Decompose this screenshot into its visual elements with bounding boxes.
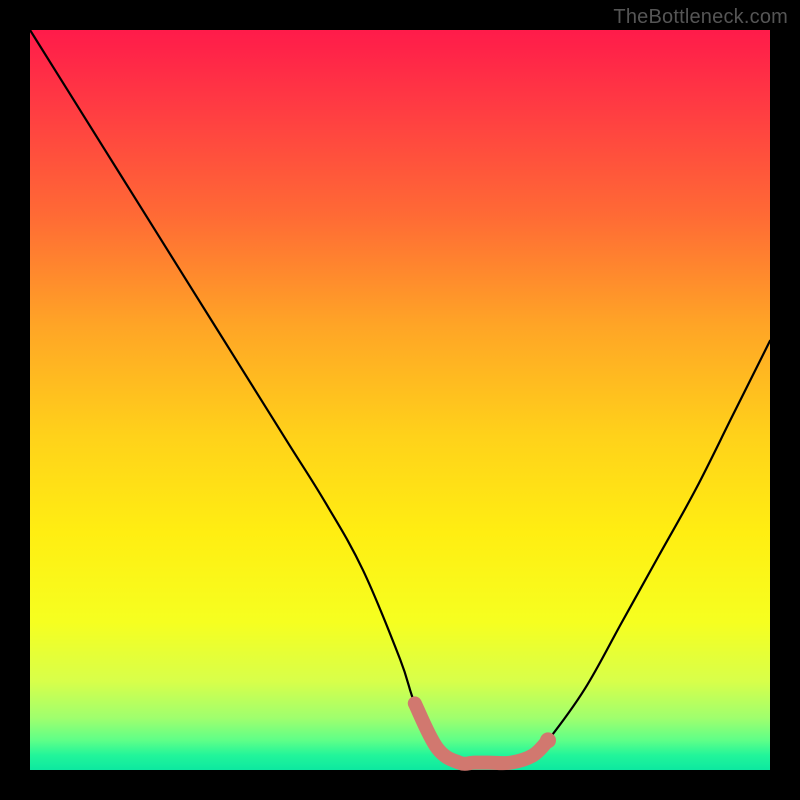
- optimal-range-highlight: [415, 703, 548, 763]
- bottleneck-curve-line: [30, 30, 770, 764]
- highlight-end-dot: [540, 732, 556, 748]
- plot-area: [30, 30, 770, 770]
- watermark-text: TheBottleneck.com: [613, 6, 788, 29]
- chart-frame: TheBottleneck.com: [0, 0, 800, 800]
- chart-svg: [30, 30, 770, 770]
